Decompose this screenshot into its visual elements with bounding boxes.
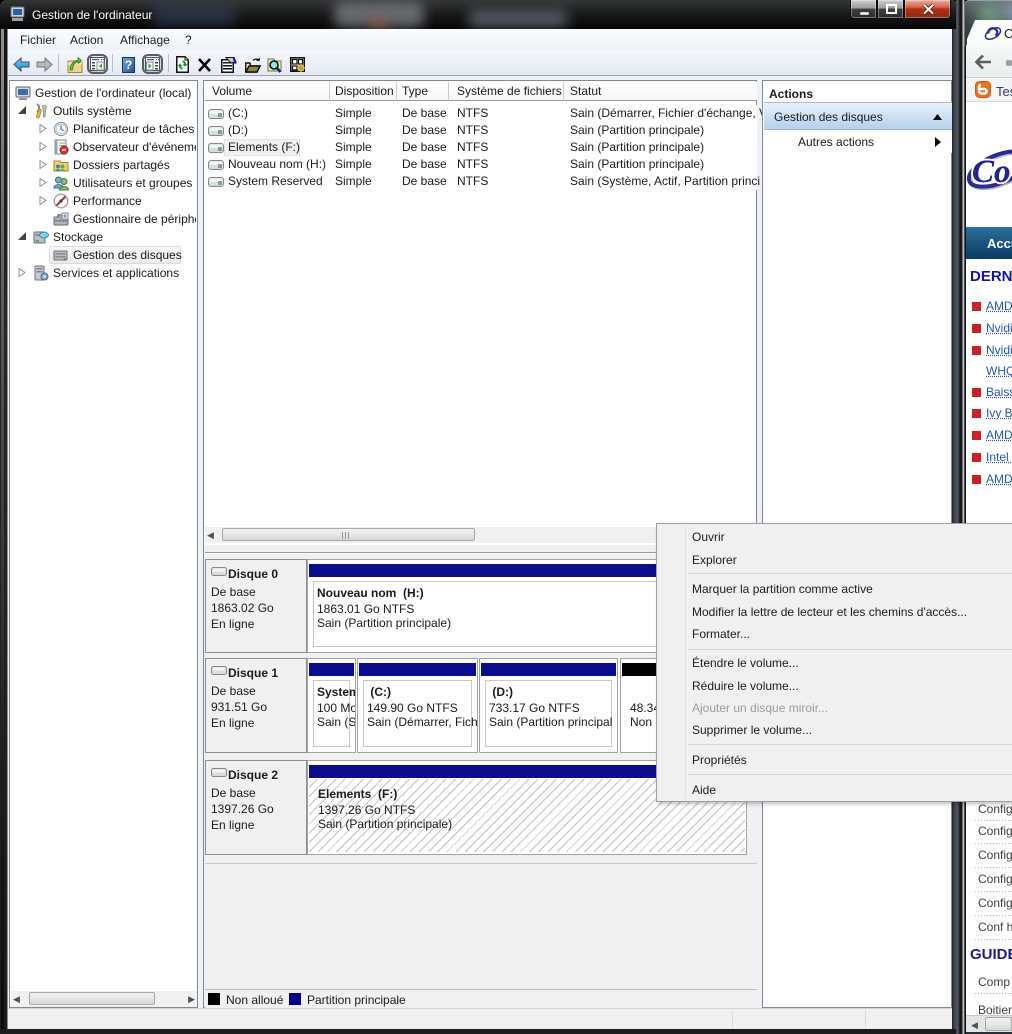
svg-text:Co: Co: [972, 154, 1011, 190]
svg-text:?: ?: [125, 58, 132, 72]
